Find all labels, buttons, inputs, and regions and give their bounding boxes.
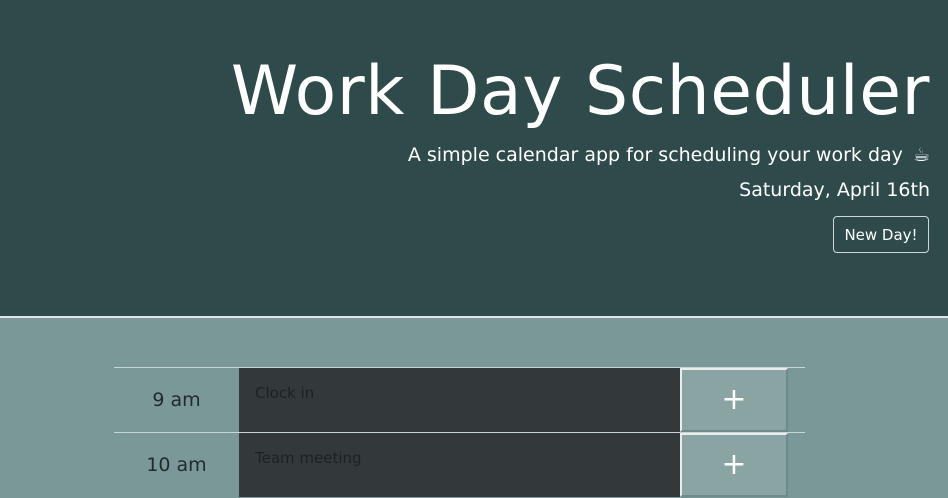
subtitle-text: A simple calendar app for scheduling you… (407, 144, 903, 166)
current-date: Saturday, April 16th (739, 179, 930, 201)
page-subtitle: A simple calendar app for scheduling you… (408, 142, 930, 168)
add-task-button[interactable]: + (680, 368, 788, 432)
time-block-row: 9 am + (114, 367, 805, 432)
coffee-cup-icon: ☕ (912, 144, 930, 166)
schedule-list: 9 am + 10 am + (114, 367, 805, 497)
add-task-button[interactable]: + (680, 433, 788, 497)
page-title: Work Day Scheduler (230, 52, 930, 131)
hour-label: 10 am (146, 454, 207, 476)
hour-label: 9 am (152, 389, 201, 411)
header: Work Day Scheduler A simple calendar app… (0, 0, 948, 318)
time-block-row: 10 am + (114, 432, 805, 497)
new-day-button[interactable]: New Day! (833, 216, 929, 253)
task-input[interactable] (239, 368, 680, 432)
task-input[interactable] (239, 433, 680, 497)
